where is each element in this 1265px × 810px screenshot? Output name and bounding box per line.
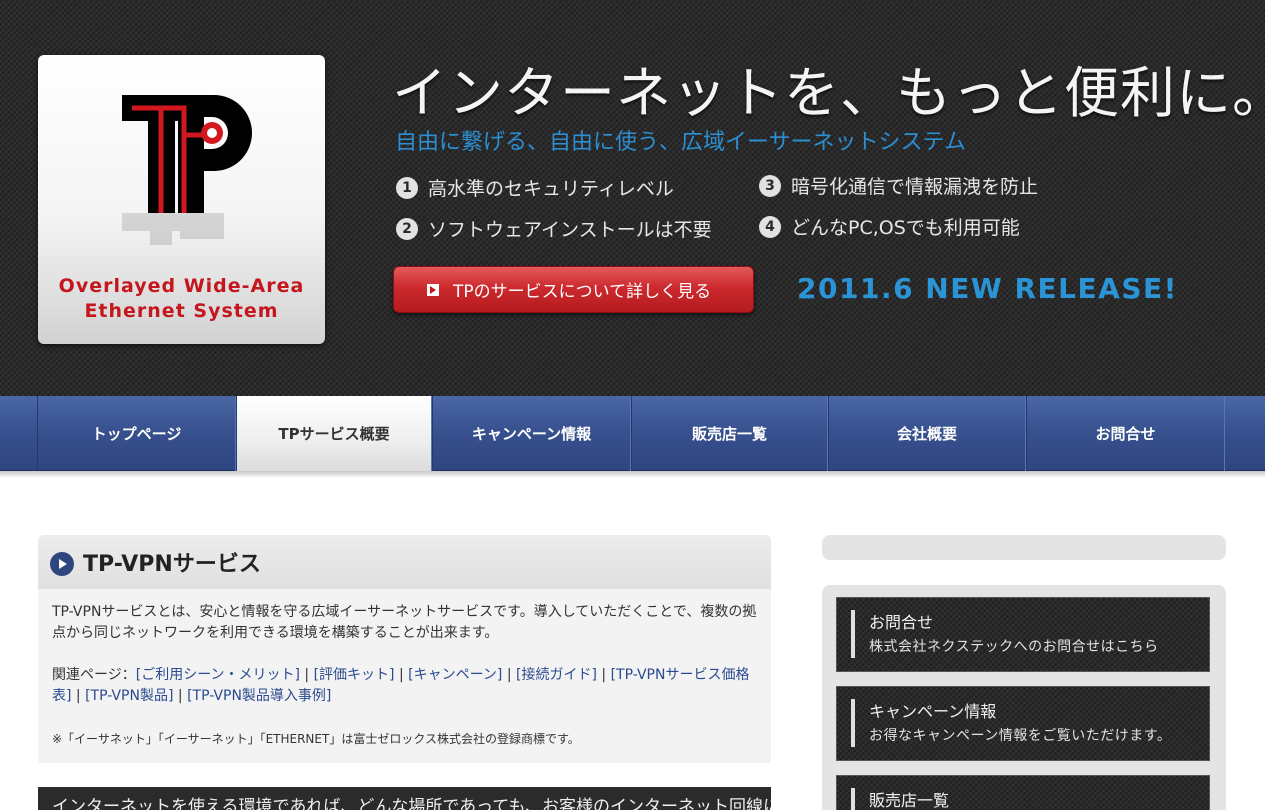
number-3-icon: 3 bbox=[759, 174, 781, 197]
nav-item-company[interactable]: 会社概要 bbox=[828, 396, 1026, 471]
separator: | bbox=[299, 667, 314, 683]
play-circle-icon bbox=[50, 552, 74, 576]
play-icon bbox=[427, 283, 439, 296]
related-link-eval-kit[interactable]: [評価キット] bbox=[314, 667, 395, 683]
release-banner: 2011.6 NEW RELEASE! bbox=[797, 272, 1178, 305]
sidebar-dealers-box[interactable]: 販売店一覧 bbox=[836, 775, 1210, 810]
tp-logo-icon bbox=[122, 95, 252, 245]
service-details-button[interactable]: TPのサービスについて詳しく見る bbox=[393, 266, 754, 313]
service-panel: TP-VPNサービス TP-VPNサービスとは、安心と情報を守る広域イーサーネッ… bbox=[38, 535, 771, 763]
service-description: TP-VPNサービスとは、安心と情報を守る広域イーサーネットサービスです。導入し… bbox=[52, 604, 757, 641]
sidebar-top-bar bbox=[822, 535, 1226, 560]
feature-text: どんなPC,OSでも利用可能 bbox=[791, 217, 1020, 239]
nav-item-dealers[interactable]: 販売店一覧 bbox=[631, 396, 828, 471]
separator: | bbox=[394, 667, 409, 683]
feature-1: 1 高水準のセキュリティレベル bbox=[396, 174, 674, 201]
sidebar-contact-box[interactable]: お問合せ 株式会社ネクステックへのお問合せはこちら bbox=[836, 597, 1210, 672]
service-title-bar: TP-VPNサービス bbox=[38, 535, 771, 589]
nav-item-tp-service[interactable]: TPサービス概要 bbox=[236, 396, 432, 471]
related-pages: 関連ページ：[ご利用シーン・メリット] | [評価キット] | [キャンペーン]… bbox=[52, 665, 764, 707]
sidebar-box-title: キャンペーン情報 bbox=[869, 702, 997, 721]
feature-text: 高水準のセキュリティレベル bbox=[428, 178, 674, 200]
sidebar-campaign-box[interactable]: キャンペーン情報 お得なキャンペーン情報をご覧いただけます。 bbox=[836, 686, 1210, 761]
related-link-guide[interactable]: [接続ガイド] bbox=[516, 667, 597, 683]
site-header: Overlayed Wide-Area Ethernet System インター… bbox=[0, 0, 1265, 396]
number-4-icon: 4 bbox=[759, 215, 781, 238]
related-link-usage[interactable]: [ご利用シーン・メリット] bbox=[136, 667, 300, 683]
trademark-note: ※「イーサネット」「イーサーネット」「ETHERNET」は富士ゼロックス株式会社… bbox=[52, 732, 580, 746]
separator: | bbox=[502, 667, 517, 683]
feature-4: 4 どんなPC,OSでも利用可能 bbox=[759, 213, 1020, 240]
sidebar-box-title: お問合せ bbox=[869, 613, 934, 632]
related-link-campaign[interactable]: [キャンペーン] bbox=[408, 667, 502, 683]
subheadline: 自由に繋げる、自由に使う、広域イーサーネットシステム bbox=[395, 130, 966, 155]
service-details-label: TPのサービスについて詳しく見る bbox=[453, 282, 712, 302]
related-link-products[interactable]: [TP-VPN製品] bbox=[85, 688, 173, 704]
feature-text: 暗号化通信で情報漏洩を防止 bbox=[791, 176, 1039, 198]
main-nav: トップページ TPサービス概要 キャンペーン情報 販売店一覧 会社概要 お問合せ bbox=[0, 396, 1265, 471]
related-prefix: 関連ページ： bbox=[52, 667, 136, 683]
number-1-icon: 1 bbox=[396, 176, 418, 199]
intro-band: インターネットを使える環境であれば、どんな場所であっても、お客様のインターネット… bbox=[38, 787, 771, 810]
feature-text: ソフトウェアインストールは不要 bbox=[428, 219, 712, 241]
tp-logo[interactable]: Overlayed Wide-Area Ethernet System bbox=[38, 55, 325, 344]
sidebar-accent-bar bbox=[851, 610, 855, 658]
related-link-cases[interactable]: [TP-VPN製品導入事例] bbox=[187, 688, 331, 704]
sidebar-accent-bar bbox=[851, 699, 855, 747]
feature-2: 2 ソフトウェアインストールは不要 bbox=[396, 215, 712, 242]
page-title: TP-VPNサービス bbox=[83, 552, 261, 577]
feature-3: 3 暗号化通信で情報漏洩を防止 bbox=[759, 172, 1038, 199]
nav-shadow bbox=[0, 471, 1265, 478]
nav-item-contact[interactable]: お問合せ bbox=[1026, 396, 1225, 471]
sidebar-box-subtitle: 株式会社ネクステックへのお問合せはこちら bbox=[869, 639, 1159, 655]
separator: | bbox=[173, 688, 188, 704]
nav-item-top[interactable]: トップページ bbox=[37, 396, 236, 471]
sidebar-box-title: 販売店一覧 bbox=[869, 791, 950, 810]
sidebar-box-subtitle: お得なキャンペーン情報をご覧いただけます。 bbox=[869, 728, 1172, 744]
separator: | bbox=[596, 667, 611, 683]
logo-text-line2: Ethernet System bbox=[84, 300, 279, 322]
logo-text-line1: Overlayed Wide-Area bbox=[58, 275, 305, 297]
separator: | bbox=[71, 688, 86, 704]
nav-item-campaign[interactable]: キャンペーン情報 bbox=[432, 396, 631, 471]
headline: インターネットを、もっと便利に。 bbox=[392, 61, 1265, 125]
sidebar-accent-bar bbox=[851, 788, 855, 810]
number-2-icon: 2 bbox=[396, 217, 418, 240]
